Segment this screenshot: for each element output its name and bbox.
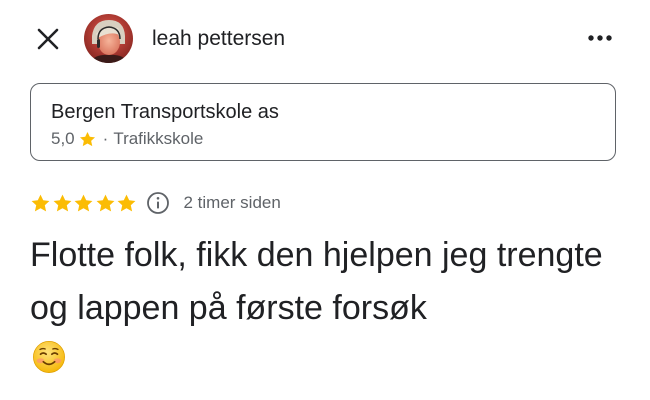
author-name[interactable]: leah pettersen xyxy=(152,25,285,53)
meta-separator: · xyxy=(102,129,109,148)
place-name: Bergen Transportskole as xyxy=(51,101,279,123)
review-time: 2 timer siden xyxy=(183,193,281,212)
review-rating-row: 2 timer siden xyxy=(30,190,281,216)
place-meta: 5,0 · Trafikkskole xyxy=(51,128,203,150)
star-icon xyxy=(31,194,50,211)
more-horiz-icon xyxy=(588,35,612,41)
star-icon xyxy=(53,194,71,211)
more-options-button[interactable] xyxy=(582,26,618,50)
place-card[interactable]: Bergen Transportskole as 5,0 · Trafikksk… xyxy=(30,83,616,161)
avatar[interactable] xyxy=(84,14,133,63)
star-icon xyxy=(96,194,114,211)
smiling-face-emoji-icon xyxy=(33,341,65,373)
close-icon xyxy=(37,28,59,50)
star-icon xyxy=(74,194,93,211)
review-text: Flotte folk, fikk den hjelpen jeg trengt… xyxy=(30,236,603,327)
review-stars xyxy=(30,193,138,214)
place-rating: 5,0 xyxy=(51,129,75,148)
close-button[interactable] xyxy=(34,25,62,53)
info-icon[interactable] xyxy=(146,191,170,215)
avatar-photo xyxy=(84,14,133,63)
place-category: Trafikkskole xyxy=(113,129,204,148)
star-icon xyxy=(79,131,95,146)
star-icon xyxy=(117,194,136,211)
